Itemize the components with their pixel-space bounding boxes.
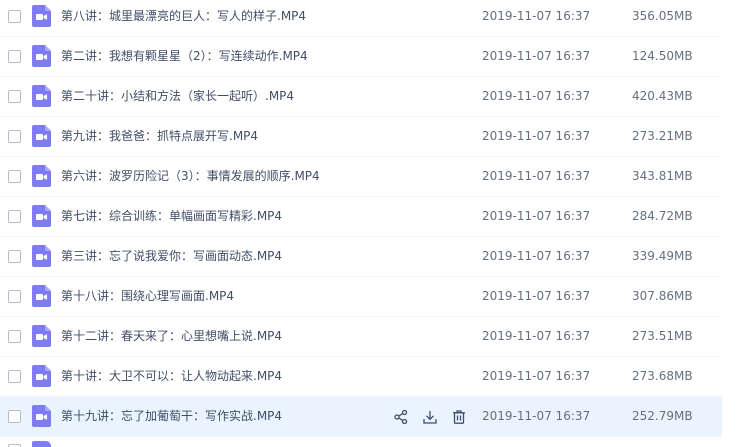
file-size: 339.49MB [632,249,693,263]
row-actions [392,407,479,427]
file-name[interactable]: 第十二讲：春天来了：心里想嘴上说.MP4 [61,328,282,344]
file-date: 2019-11-07 16:37 [482,289,591,303]
file-date: 2019-11-07 16:37 [482,369,591,383]
file-row[interactable]: 第九讲：我爸爸：抓特点展开写.MP4 2019-11-07 16:37 273.… [0,117,722,157]
file-date: 2019-11-07 16:37 [482,49,591,63]
row-checkbox[interactable] [8,90,21,103]
file-date: 2019-11-07 16:37 [482,169,591,183]
file-size: 273.68MB [632,369,693,383]
row-checkbox[interactable] [8,170,21,183]
file-size: 273.21MB [632,129,693,143]
video-file-icon [32,85,51,107]
file-row[interactable]: 第七讲：综合训练：单幅画面写精彩.MP4 2019-11-07 16:37 28… [0,197,722,237]
row-checkbox[interactable] [8,370,21,383]
file-date: 2019-11-07 16:37 [482,329,591,343]
file-name[interactable]: 第三讲：忘了说我爱你：写画面动态.MP4 [61,248,282,264]
file-size: 420.43MB [632,89,693,103]
delete-icon [453,410,465,424]
file-size: 356.05MB [632,9,693,23]
file-list: 第八讲：城里最漂亮的巨人：写人的样子.MP4 2019-11-07 16:37 … [0,0,746,447]
file-size: 343.81MB [632,169,693,183]
file-size: 307.86MB [632,289,693,303]
row-checkbox[interactable] [8,50,21,63]
video-file-icon [32,125,51,147]
file-row[interactable]: 第二十讲：小结和方法（家长一起听）.MP4 2019-11-07 16:37 4… [0,77,722,117]
file-row[interactable]: 第十二讲：春天来了：心里想嘴上说.MP4 2019-11-07 16:37 27… [0,317,722,357]
video-file-icon [32,441,51,447]
row-checkbox[interactable] [8,10,21,23]
video-file-icon [32,45,51,67]
video-file-icon [32,5,51,27]
video-file-icon [32,285,51,307]
file-name[interactable]: 第十九讲：忘了加葡萄干：写作实战.MP4 [61,408,282,424]
file-name[interactable]: 第七讲：综合训练：单幅画面写精彩.MP4 [61,208,282,224]
download-icon [423,411,437,424]
file-name[interactable]: 第八讲：城里最漂亮的巨人：写人的样子.MP4 [61,8,306,24]
row-checkbox[interactable] [8,290,21,303]
video-file-icon [32,325,51,347]
file-date: 2019-11-07 16:37 [482,129,591,143]
file-size: 124.50MB [632,49,693,63]
file-size: 284.72MB [632,209,693,223]
row-checkbox[interactable] [8,130,21,143]
file-name[interactable]: 第二十讲：小结和方法（家长一起听）.MP4 [61,88,294,104]
file-name[interactable]: 第十八讲：围绕心理写画面.MP4 [61,288,234,304]
file-size: 273.51MB [632,329,693,343]
file-row-hovered[interactable]: 第十九讲：忘了加葡萄干：写作实战.MP4 2019-11-07 16:37 25… [0,397,722,437]
file-date: 2019-11-07 16:37 [482,89,591,103]
video-file-icon [32,245,51,267]
file-row[interactable]: 第六讲：波罗历险记（3）：事情发展的顺序.MP4 2019-11-07 16:3… [0,157,722,197]
file-row[interactable]: 第十讲：大卫不可以：让人物动起来.MP4 2019-11-07 16:37 27… [0,357,722,397]
file-row[interactable]: 第八讲：城里最漂亮的巨人：写人的样子.MP4 2019-11-07 16:37 … [0,0,722,37]
download-button[interactable] [421,408,439,426]
row-checkbox[interactable] [8,330,21,343]
file-date: 2019-11-07 16:37 [482,9,591,23]
file-row[interactable]: 第十八讲：围绕心理写画面.MP4 2019-11-07 16:37 307.86… [0,277,722,317]
row-checkbox[interactable] [8,250,21,263]
row-checkbox[interactable] [8,210,21,223]
file-row[interactable]: 第三讲：忘了说我爱你：写画面动态.MP4 2019-11-07 16:37 33… [0,237,722,277]
share-icon [394,409,408,425]
video-file-icon [32,165,51,187]
row-checkbox[interactable] [8,410,21,423]
file-name[interactable]: 第十讲：大卫不可以：让人物动起来.MP4 [61,368,282,384]
file-name[interactable]: 第九讲：我爸爸：抓特点展开写.MP4 [61,128,258,144]
video-file-icon [32,405,51,427]
file-name[interactable]: 第二讲：我想有颗星星（2）：写连续动作.MP4 [61,48,308,64]
file-row[interactable]: 第二讲：我想有颗星星（2）：写连续动作.MP4 2019-11-07 16:37… [0,37,722,77]
file-name[interactable]: 第六讲：波罗历险记（3）：事情发展的顺序.MP4 [61,168,320,184]
file-date: 2019-11-07 16:37 [482,249,591,263]
video-file-icon [32,205,51,227]
file-date: 2019-11-07 16:37 [482,409,591,423]
file-size: 252.79MB [632,409,693,423]
file-date: 2019-11-07 16:37 [482,209,591,223]
delete-button[interactable] [450,408,468,426]
file-row-partial[interactable] [0,437,722,447]
video-file-icon [32,365,51,387]
share-button[interactable] [392,408,410,426]
